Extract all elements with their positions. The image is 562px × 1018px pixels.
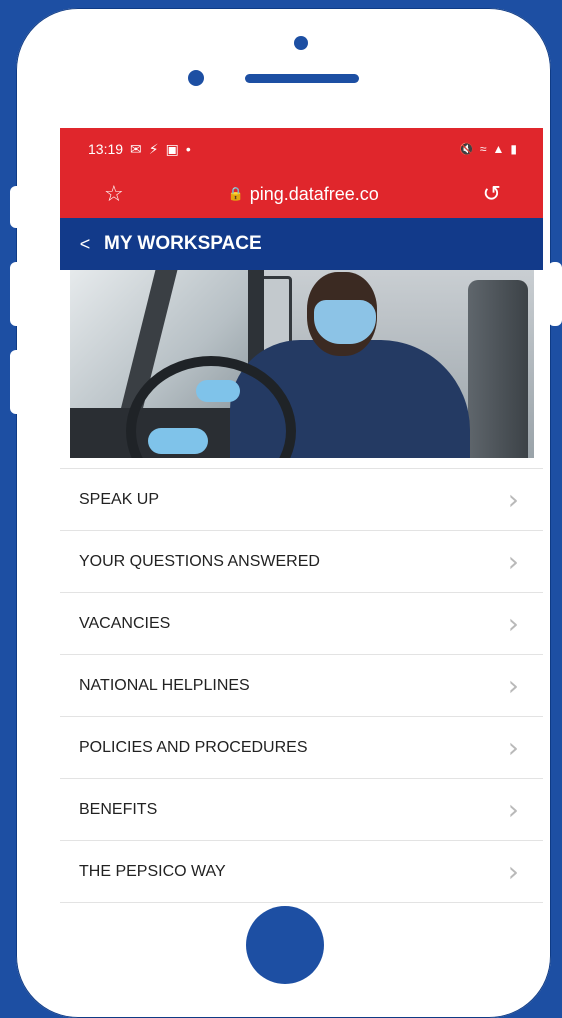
browser-url-bar: ☆ 🔒 ping.datafree.co ↺: [60, 170, 543, 218]
url-display[interactable]: 🔒 ping.datafree.co: [228, 184, 379, 205]
volume-up-button[interactable]: [10, 186, 24, 228]
side-button[interactable]: [10, 350, 24, 414]
page-header: < MY WORKSPACE: [60, 218, 543, 270]
menu-item-policies-and-procedures[interactable]: POLICIES AND PROCEDURES ›: [60, 717, 543, 779]
back-icon[interactable]: <: [68, 234, 102, 255]
chevron-right-icon: ›: [507, 668, 519, 702]
menu-item-speak-up[interactable]: SPEAK UP ›: [60, 469, 543, 531]
menu-item-label: YOUR QUESTIONS ANSWERED: [79, 552, 320, 570]
home-button[interactable]: [246, 906, 324, 984]
status-right: 🔇 ≈ ▲ ▮: [459, 142, 517, 156]
menu-item-label: BENEFITS: [79, 800, 158, 818]
hero-glove-1: [196, 380, 240, 402]
menu-item-label: NATIONAL HELPLINES: [79, 676, 250, 694]
menu-item-your-questions-answered[interactable]: YOUR QUESTIONS ANSWERED ›: [60, 531, 543, 593]
chevron-right-icon: ›: [507, 606, 519, 640]
menu-item-benefits[interactable]: BENEFITS ›: [60, 779, 543, 841]
volume-down-button[interactable]: [10, 262, 24, 326]
status-time: 13:19: [88, 141, 124, 157]
menu-item-label: THE PEPSICO WAY: [79, 862, 226, 880]
star-icon[interactable]: ☆: [104, 181, 124, 207]
power-button[interactable]: [548, 262, 562, 326]
wifi-icon: ≈: [479, 142, 487, 156]
chevron-right-icon: ›: [507, 544, 519, 578]
menu-item-vacancies[interactable]: VACANCIES ›: [60, 593, 543, 655]
workspace-menu: SPEAK UP › YOUR QUESTIONS ANSWERED › VAC…: [60, 468, 543, 903]
usb-icon: ⚡: [148, 140, 159, 157]
menu-item-label: SPEAK UP: [79, 490, 160, 508]
hero-face-mask: [314, 300, 376, 344]
status-left: 13:19 ✉ ⚡ ▣ •: [88, 141, 191, 158]
page-title: MY WORKSPACE: [104, 233, 262, 254]
hero-glove-2: [148, 428, 208, 454]
image-icon: ▣: [165, 140, 179, 157]
menu-item-national-helplines[interactable]: NATIONAL HELPLINES ›: [60, 655, 543, 717]
earpiece-speaker: [245, 74, 359, 83]
phone-frame: 13:19 ✉ ⚡ ▣ • 🔇 ≈ ▲ ▮ ☆ 🔒 ping.datafree.…: [16, 8, 551, 1018]
menu-item-the-pepsico-way[interactable]: THE PEPSICO WAY ›: [60, 841, 543, 903]
battery-icon: ▮: [510, 142, 517, 156]
url-text: ping.datafree.co: [249, 183, 379, 204]
chevron-right-icon: ›: [507, 482, 519, 516]
chevron-right-icon: ›: [507, 792, 519, 826]
front-camera: [188, 70, 204, 86]
front-sensor: [294, 36, 308, 50]
reload-icon[interactable]: ↺: [483, 181, 501, 207]
menu-item-label: VACANCIES: [79, 614, 171, 632]
chevron-right-icon: ›: [507, 854, 519, 888]
status-bar: 13:19 ✉ ⚡ ▣ • 🔇 ≈ ▲ ▮: [60, 128, 543, 170]
mute-icon: 🔇: [458, 142, 474, 156]
hero-seat: [468, 280, 528, 458]
menu-item-label: POLICIES AND PROCEDURES: [79, 738, 308, 756]
signal-icon: ▲: [492, 142, 505, 156]
chevron-right-icon: ›: [507, 730, 519, 764]
dot-icon: •: [185, 141, 191, 157]
lock-icon: 🔒: [227, 186, 244, 201]
phone-screen: 13:19 ✉ ⚡ ▣ • 🔇 ≈ ▲ ▮ ☆ 🔒 ping.datafree.…: [60, 128, 543, 908]
hero-image: [70, 270, 534, 458]
mail-icon: ✉: [130, 140, 142, 157]
